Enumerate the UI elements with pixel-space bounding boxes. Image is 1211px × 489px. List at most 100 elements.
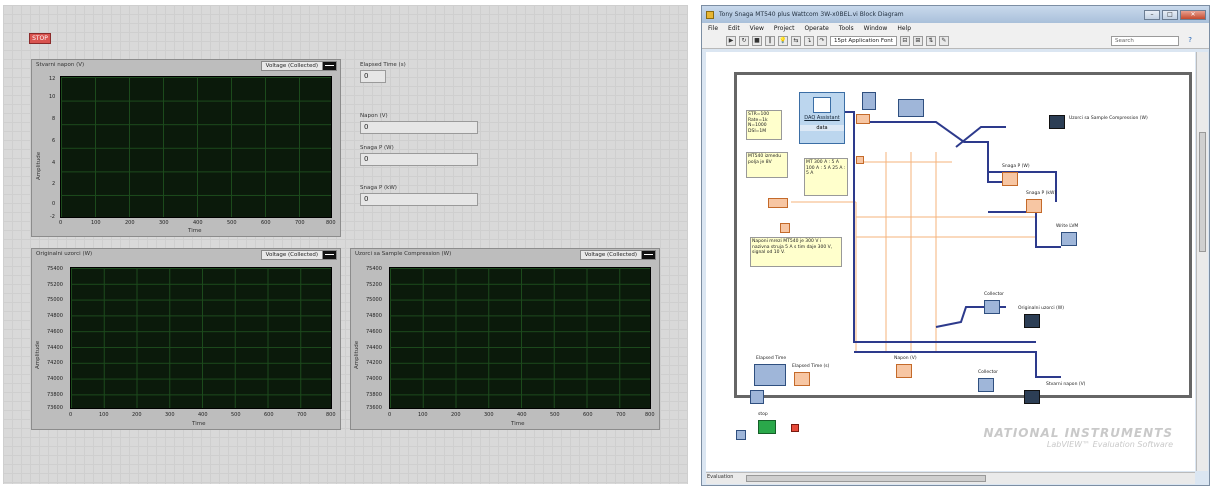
tick-label: 100 bbox=[418, 412, 428, 418]
numeric-constant[interactable] bbox=[768, 198, 788, 208]
elapsed-time-value: 0 bbox=[360, 70, 386, 83]
x-axis-label: Time bbox=[511, 421, 525, 427]
menu-edit[interactable]: Edit bbox=[728, 25, 740, 32]
numeric-constant[interactable] bbox=[856, 114, 870, 124]
label-stvarni: Stvarni napon (V) bbox=[1046, 382, 1086, 387]
plot-legend[interactable]: Voltage (Collected) bbox=[260, 61, 337, 71]
numeric-constant[interactable] bbox=[856, 156, 864, 164]
tick-label: 500 bbox=[550, 412, 560, 418]
distribute-objects-icon[interactable]: ⊞ bbox=[912, 36, 923, 46]
label-napon: Napon (V) bbox=[894, 356, 917, 361]
snaga-p-kw-indicator: Snaga P (kW) 0 bbox=[360, 185, 478, 206]
plot-legend[interactable]: Voltage (Collected) bbox=[579, 250, 656, 260]
multiply-node[interactable] bbox=[862, 92, 876, 110]
label-snaga-p: Snaga P (W) bbox=[1002, 164, 1030, 169]
scroll-thumb[interactable] bbox=[1199, 132, 1206, 252]
title-bar[interactable]: Tony Snaga MT540 plus Wattcom 3W-x0BEL.v… bbox=[702, 6, 1209, 23]
font-selector[interactable]: 15pt Application Font bbox=[830, 36, 897, 46]
iteration-terminal[interactable] bbox=[736, 430, 746, 440]
close-button[interactable]: ✕ bbox=[1180, 9, 1206, 20]
abort-icon[interactable]: ■ bbox=[752, 36, 762, 46]
indicator-label: Napon (V) bbox=[360, 113, 388, 119]
menu-file[interactable]: File bbox=[708, 25, 718, 32]
minimize-button[interactable]: – bbox=[1144, 9, 1160, 20]
search-input[interactable]: Search bbox=[1111, 36, 1179, 46]
tick-label: 400 bbox=[193, 220, 203, 226]
horizontal-scrollbar[interactable]: Evaluation bbox=[706, 472, 1195, 484]
tick-label: 74400 bbox=[47, 345, 63, 351]
menu-tools[interactable]: Tools bbox=[839, 25, 854, 32]
maximize-button[interactable]: □ bbox=[1162, 9, 1178, 20]
graph-title: Uzorci sa Sample Compression (W) bbox=[355, 251, 452, 257]
scroll-thumb[interactable] bbox=[746, 475, 986, 482]
align-objects-icon[interactable]: ⊟ bbox=[899, 36, 910, 46]
step-over-icon[interactable]: ↷ bbox=[817, 36, 827, 46]
y-axis-label: Amplitude bbox=[35, 340, 41, 369]
pause-icon[interactable]: ‖ bbox=[765, 36, 775, 46]
graph-terminal-compression[interactable] bbox=[1049, 115, 1065, 129]
watermark-line1: NATIONAL INSTRUMENTS bbox=[983, 426, 1173, 440]
tick-label: 74800 bbox=[47, 313, 63, 319]
tick-label: 74600 bbox=[366, 329, 382, 335]
help-icon[interactable]: ? bbox=[1188, 36, 1192, 44]
tick-label: 75200 bbox=[366, 282, 382, 288]
indicator-snaga-p-kw[interactable] bbox=[1026, 199, 1042, 213]
legend-line-icon bbox=[322, 251, 336, 259]
indicator-elapsed-time[interactable] bbox=[794, 372, 810, 386]
graph-terminal-stvarni[interactable] bbox=[1024, 390, 1040, 404]
tick-label: 0 bbox=[69, 412, 73, 418]
tick-label: 0 bbox=[388, 412, 392, 418]
retain-wire-values-icon[interactable]: ⇆ bbox=[791, 36, 801, 46]
run-arrow-icon[interactable]: ▶ bbox=[726, 36, 736, 46]
elapsed-time-block[interactable] bbox=[754, 364, 786, 386]
label-orig: Originalni uzorci (W) bbox=[1018, 306, 1064, 311]
diagram-canvas[interactable]: STR=100 Rate=1k N=1000 DSI=1M MT540 izme… bbox=[706, 52, 1195, 471]
graph-stvarni-napon: Stvarni napon (V) Voltage (Collected) Am… bbox=[31, 59, 341, 237]
tick-label: 73800 bbox=[47, 392, 63, 398]
tick-label: 500 bbox=[231, 412, 241, 418]
indicator-napon[interactable] bbox=[896, 364, 912, 378]
stop-terminal[interactable] bbox=[758, 420, 776, 434]
snaga-p-value: 0 bbox=[360, 153, 478, 166]
plot-area[interactable] bbox=[389, 267, 651, 409]
daq-data-output: data bbox=[800, 125, 844, 131]
constant-display[interactable] bbox=[898, 99, 924, 117]
label-elapsed-s: Elapsed Time (s) bbox=[792, 364, 830, 369]
cleanup-diagram-icon[interactable]: ✎ bbox=[938, 36, 949, 46]
menu-help[interactable]: Help bbox=[897, 25, 911, 32]
highlight-execution-icon[interactable]: 💡 bbox=[778, 36, 788, 46]
numeric-constant[interactable] bbox=[780, 223, 790, 233]
menu-project[interactable]: Project bbox=[774, 25, 795, 32]
write-lvm-block[interactable] bbox=[1061, 232, 1077, 246]
tick-label: 75000 bbox=[366, 297, 382, 303]
loop-condition-terminal[interactable] bbox=[791, 424, 799, 432]
daq-assistant-block[interactable]: DAQ Assistant data bbox=[799, 92, 845, 144]
plot-area[interactable] bbox=[60, 76, 332, 218]
reorder-icon[interactable]: ⇅ bbox=[925, 36, 936, 46]
snaga-p-kw-value: 0 bbox=[360, 193, 478, 206]
run-continuously-icon[interactable]: ↻ bbox=[739, 36, 749, 46]
daq-assistant-icon bbox=[813, 97, 831, 113]
menu-view[interactable]: View bbox=[750, 25, 764, 32]
indicator-snaga-p[interactable] bbox=[1002, 172, 1018, 186]
menu-operate[interactable]: Operate bbox=[804, 25, 828, 32]
collector-block[interactable] bbox=[978, 378, 994, 392]
menu-window[interactable]: Window bbox=[864, 25, 888, 32]
tick-label: 75400 bbox=[366, 266, 382, 272]
vertical-scrollbar[interactable] bbox=[1196, 52, 1208, 471]
label-snaga-p-kw: Snaga P (kW) bbox=[1026, 191, 1057, 196]
labview-app-icon bbox=[706, 10, 714, 19]
tick-label: 600 bbox=[261, 220, 271, 226]
collector-block[interactable] bbox=[984, 300, 1000, 314]
stop-button[interactable]: STOP bbox=[29, 33, 51, 44]
tick-label: 12 bbox=[49, 76, 56, 82]
tick-label: 4 bbox=[52, 160, 56, 166]
graph-terminal-orig[interactable] bbox=[1024, 314, 1040, 328]
tick-label: 700 bbox=[295, 220, 305, 226]
step-into-icon[interactable]: ↴ bbox=[804, 36, 814, 46]
tick-label: 74600 bbox=[47, 329, 63, 335]
front-panel: STOP Stvarni napon (V) Voltage (Collecte… bbox=[3, 5, 688, 484]
plot-legend[interactable]: Voltage (Collected) bbox=[260, 250, 337, 260]
wait-timer-icon[interactable] bbox=[750, 390, 764, 404]
plot-area[interactable] bbox=[70, 267, 332, 409]
